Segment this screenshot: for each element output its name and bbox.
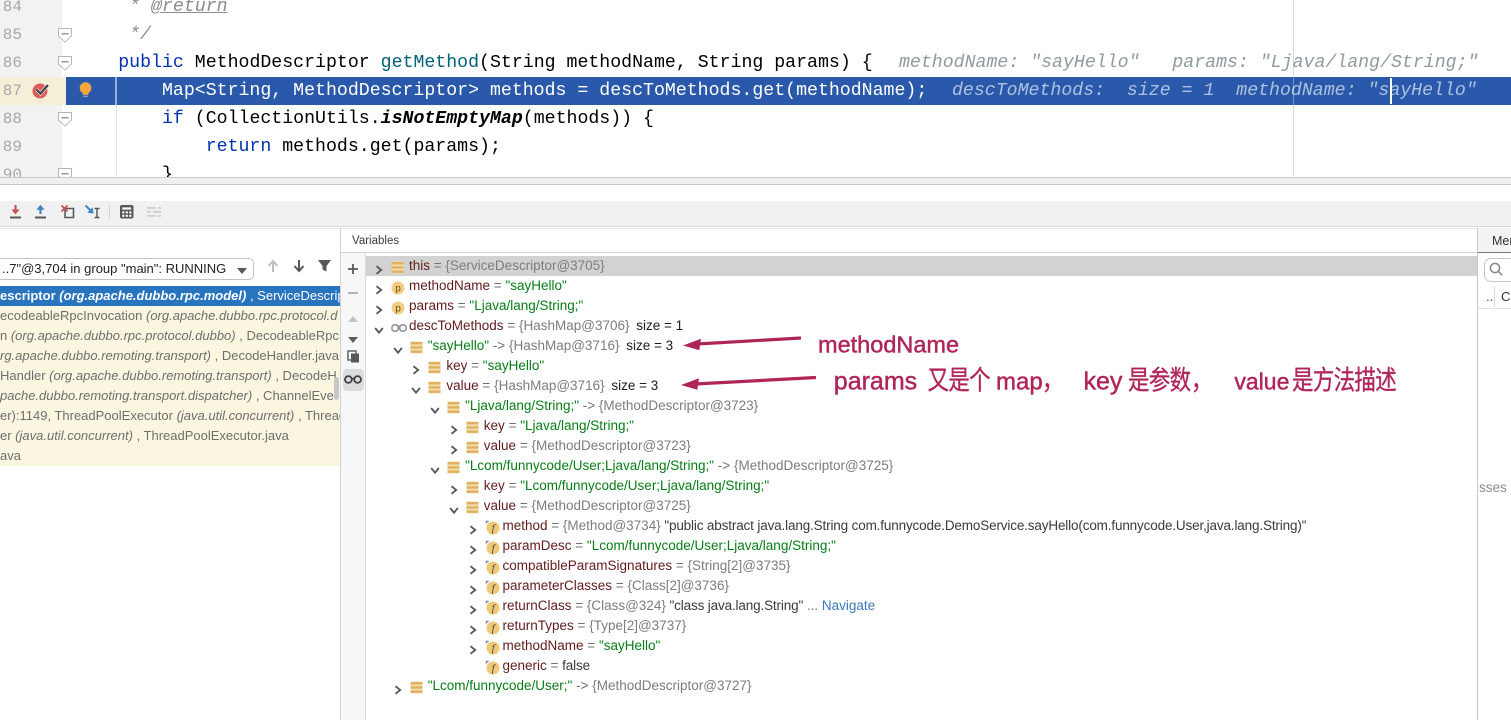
svg-text:params: params — [834, 368, 917, 396]
svg-text:key: key — [1084, 368, 1123, 396]
svg-text:methodName: methodName — [818, 332, 959, 358]
svg-text:map: map — [996, 369, 1043, 396]
svg-text:value: value — [1234, 369, 1289, 395]
